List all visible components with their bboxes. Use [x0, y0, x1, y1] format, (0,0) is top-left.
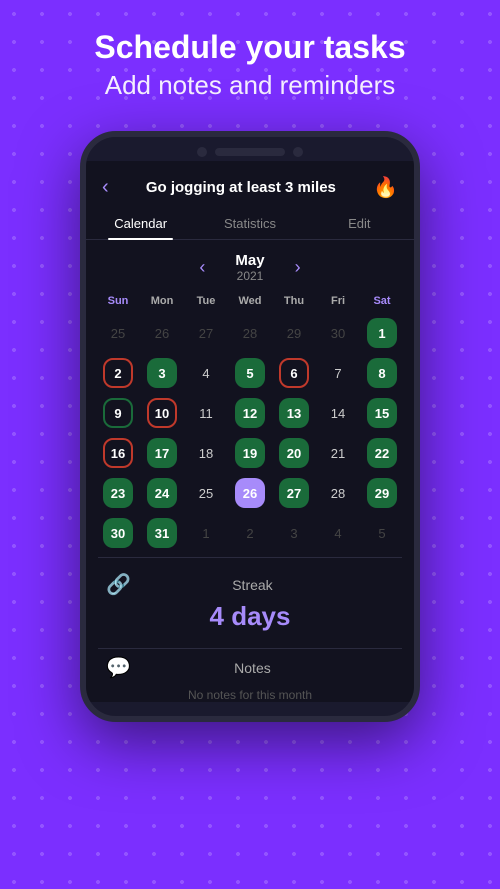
- cal-day-19[interactable]: 19: [230, 435, 270, 471]
- cal-day-5[interactable]: 5: [230, 355, 270, 391]
- tab-calendar[interactable]: Calendar: [86, 208, 195, 239]
- cal-day-29[interactable]: 29: [362, 475, 402, 511]
- notes-label: Notes: [141, 660, 364, 676]
- notch-camera: [197, 147, 207, 157]
- flame-icon[interactable]: 🔥: [373, 175, 398, 200]
- cal-day-24[interactable]: 24: [142, 475, 182, 511]
- cal-day-27-apr[interactable]: 27: [186, 315, 226, 351]
- cal-day-14[interactable]: 14: [318, 395, 358, 431]
- notch-speaker: [215, 148, 285, 156]
- streak-label: Streak: [141, 577, 364, 593]
- screen-title: Go jogging at least 3 miles: [109, 179, 373, 196]
- prev-month-button[interactable]: ‹: [199, 257, 205, 278]
- tab-statistics[interactable]: Statistics: [195, 208, 304, 239]
- calendar-grid: Sun Mon Tue Wed Thu Fri Sat 25 26 27 28 …: [98, 291, 402, 551]
- streak-icon: 🔗: [106, 572, 131, 597]
- cal-day-10[interactable]: 10: [142, 395, 182, 431]
- cal-day-13[interactable]: 13: [274, 395, 314, 431]
- streak-value: 4 days: [210, 601, 291, 632]
- cal-day-28[interactable]: 28: [318, 475, 358, 511]
- cal-day-12[interactable]: 12: [230, 395, 270, 431]
- cal-day-3-jun[interactable]: 3: [274, 515, 314, 551]
- hero-title: Schedule your tasks: [20, 28, 480, 66]
- day-header-thu: Thu: [274, 291, 314, 311]
- cal-day-8[interactable]: 8: [362, 355, 402, 391]
- app-header: ‹ Go jogging at least 3 miles 🔥: [86, 161, 414, 208]
- cal-day-2[interactable]: 2: [98, 355, 138, 391]
- cal-day-25-apr[interactable]: 25: [98, 315, 138, 351]
- cal-day-4-jun[interactable]: 4: [318, 515, 358, 551]
- day-header-tue: Tue: [186, 291, 226, 311]
- notes-section: 💬 Notes No notes for this month: [98, 655, 402, 702]
- tab-edit[interactable]: Edit: [305, 208, 414, 239]
- cal-day-2-jun[interactable]: 2: [230, 515, 270, 551]
- next-month-button[interactable]: ›: [295, 257, 301, 278]
- notes-empty-message: No notes for this month: [98, 688, 402, 702]
- cal-day-29-apr[interactable]: 29: [274, 315, 314, 351]
- divider-2: [98, 648, 402, 649]
- calendar-month: May: [235, 252, 264, 269]
- calendar-month-year: May 2021: [235, 252, 264, 283]
- cal-day-18[interactable]: 18: [186, 435, 226, 471]
- cal-day-26-apr[interactable]: 26: [142, 315, 182, 351]
- phone-content: ‹ Go jogging at least 3 miles 🔥 Calendar…: [86, 161, 414, 702]
- day-header-wed: Wed: [230, 291, 270, 311]
- streak-section: 🔗 Streak 4 days: [98, 572, 402, 642]
- back-button[interactable]: ‹: [102, 176, 109, 199]
- cal-day-23[interactable]: 23: [98, 475, 138, 511]
- cal-day-16[interactable]: 16: [98, 435, 138, 471]
- day-header-mon: Mon: [142, 291, 182, 311]
- day-header-sun: Sun: [98, 291, 138, 311]
- cal-day-31[interactable]: 31: [142, 515, 182, 551]
- cal-day-17[interactable]: 17: [142, 435, 182, 471]
- streak-row: 🔗 Streak: [98, 572, 402, 597]
- cal-day-28-apr[interactable]: 28: [230, 315, 270, 351]
- cal-day-20[interactable]: 20: [274, 435, 314, 471]
- day-header-sat: Sat: [362, 291, 402, 311]
- calendar-section: ‹ May 2021 › Sun Mon Tue Wed Thu Fri Sat…: [86, 252, 414, 551]
- cal-day-26[interactable]: 26: [230, 475, 270, 511]
- cal-day-1-jun[interactable]: 1: [186, 515, 226, 551]
- cal-day-3[interactable]: 3: [142, 355, 182, 391]
- divider-1: [98, 557, 402, 558]
- cal-day-4[interactable]: 4: [186, 355, 226, 391]
- cal-day-1[interactable]: 1: [362, 315, 402, 351]
- cal-day-25[interactable]: 25: [186, 475, 226, 511]
- cal-day-5-jun[interactable]: 5: [362, 515, 402, 551]
- phone-mockup: ‹ Go jogging at least 3 miles 🔥 Calendar…: [80, 131, 420, 722]
- day-header-fri: Fri: [318, 291, 358, 311]
- cal-day-30-apr[interactable]: 30: [318, 315, 358, 351]
- hero-subtitle: Add notes and reminders: [20, 70, 480, 101]
- cal-day-6[interactable]: 6: [274, 355, 314, 391]
- cal-day-30[interactable]: 30: [98, 515, 138, 551]
- cal-day-7[interactable]: 7: [318, 355, 358, 391]
- cal-day-27[interactable]: 27: [274, 475, 314, 511]
- cal-day-15[interactable]: 15: [362, 395, 402, 431]
- calendar-year: 2021: [235, 269, 264, 283]
- phone-notch: [86, 137, 414, 161]
- notes-row: 💬 Notes: [98, 655, 402, 680]
- cal-day-22[interactable]: 22: [362, 435, 402, 471]
- tab-bar: Calendar Statistics Edit: [86, 208, 414, 240]
- notch-camera-2: [293, 147, 303, 157]
- cal-day-11[interactable]: 11: [186, 395, 226, 431]
- notes-icon: 💬: [106, 655, 131, 680]
- hero-section: Schedule your tasks Add notes and remind…: [0, 0, 500, 121]
- calendar-nav: ‹ May 2021 ›: [98, 252, 402, 283]
- cal-day-9[interactable]: 9: [98, 395, 138, 431]
- cal-day-21[interactable]: 21: [318, 435, 358, 471]
